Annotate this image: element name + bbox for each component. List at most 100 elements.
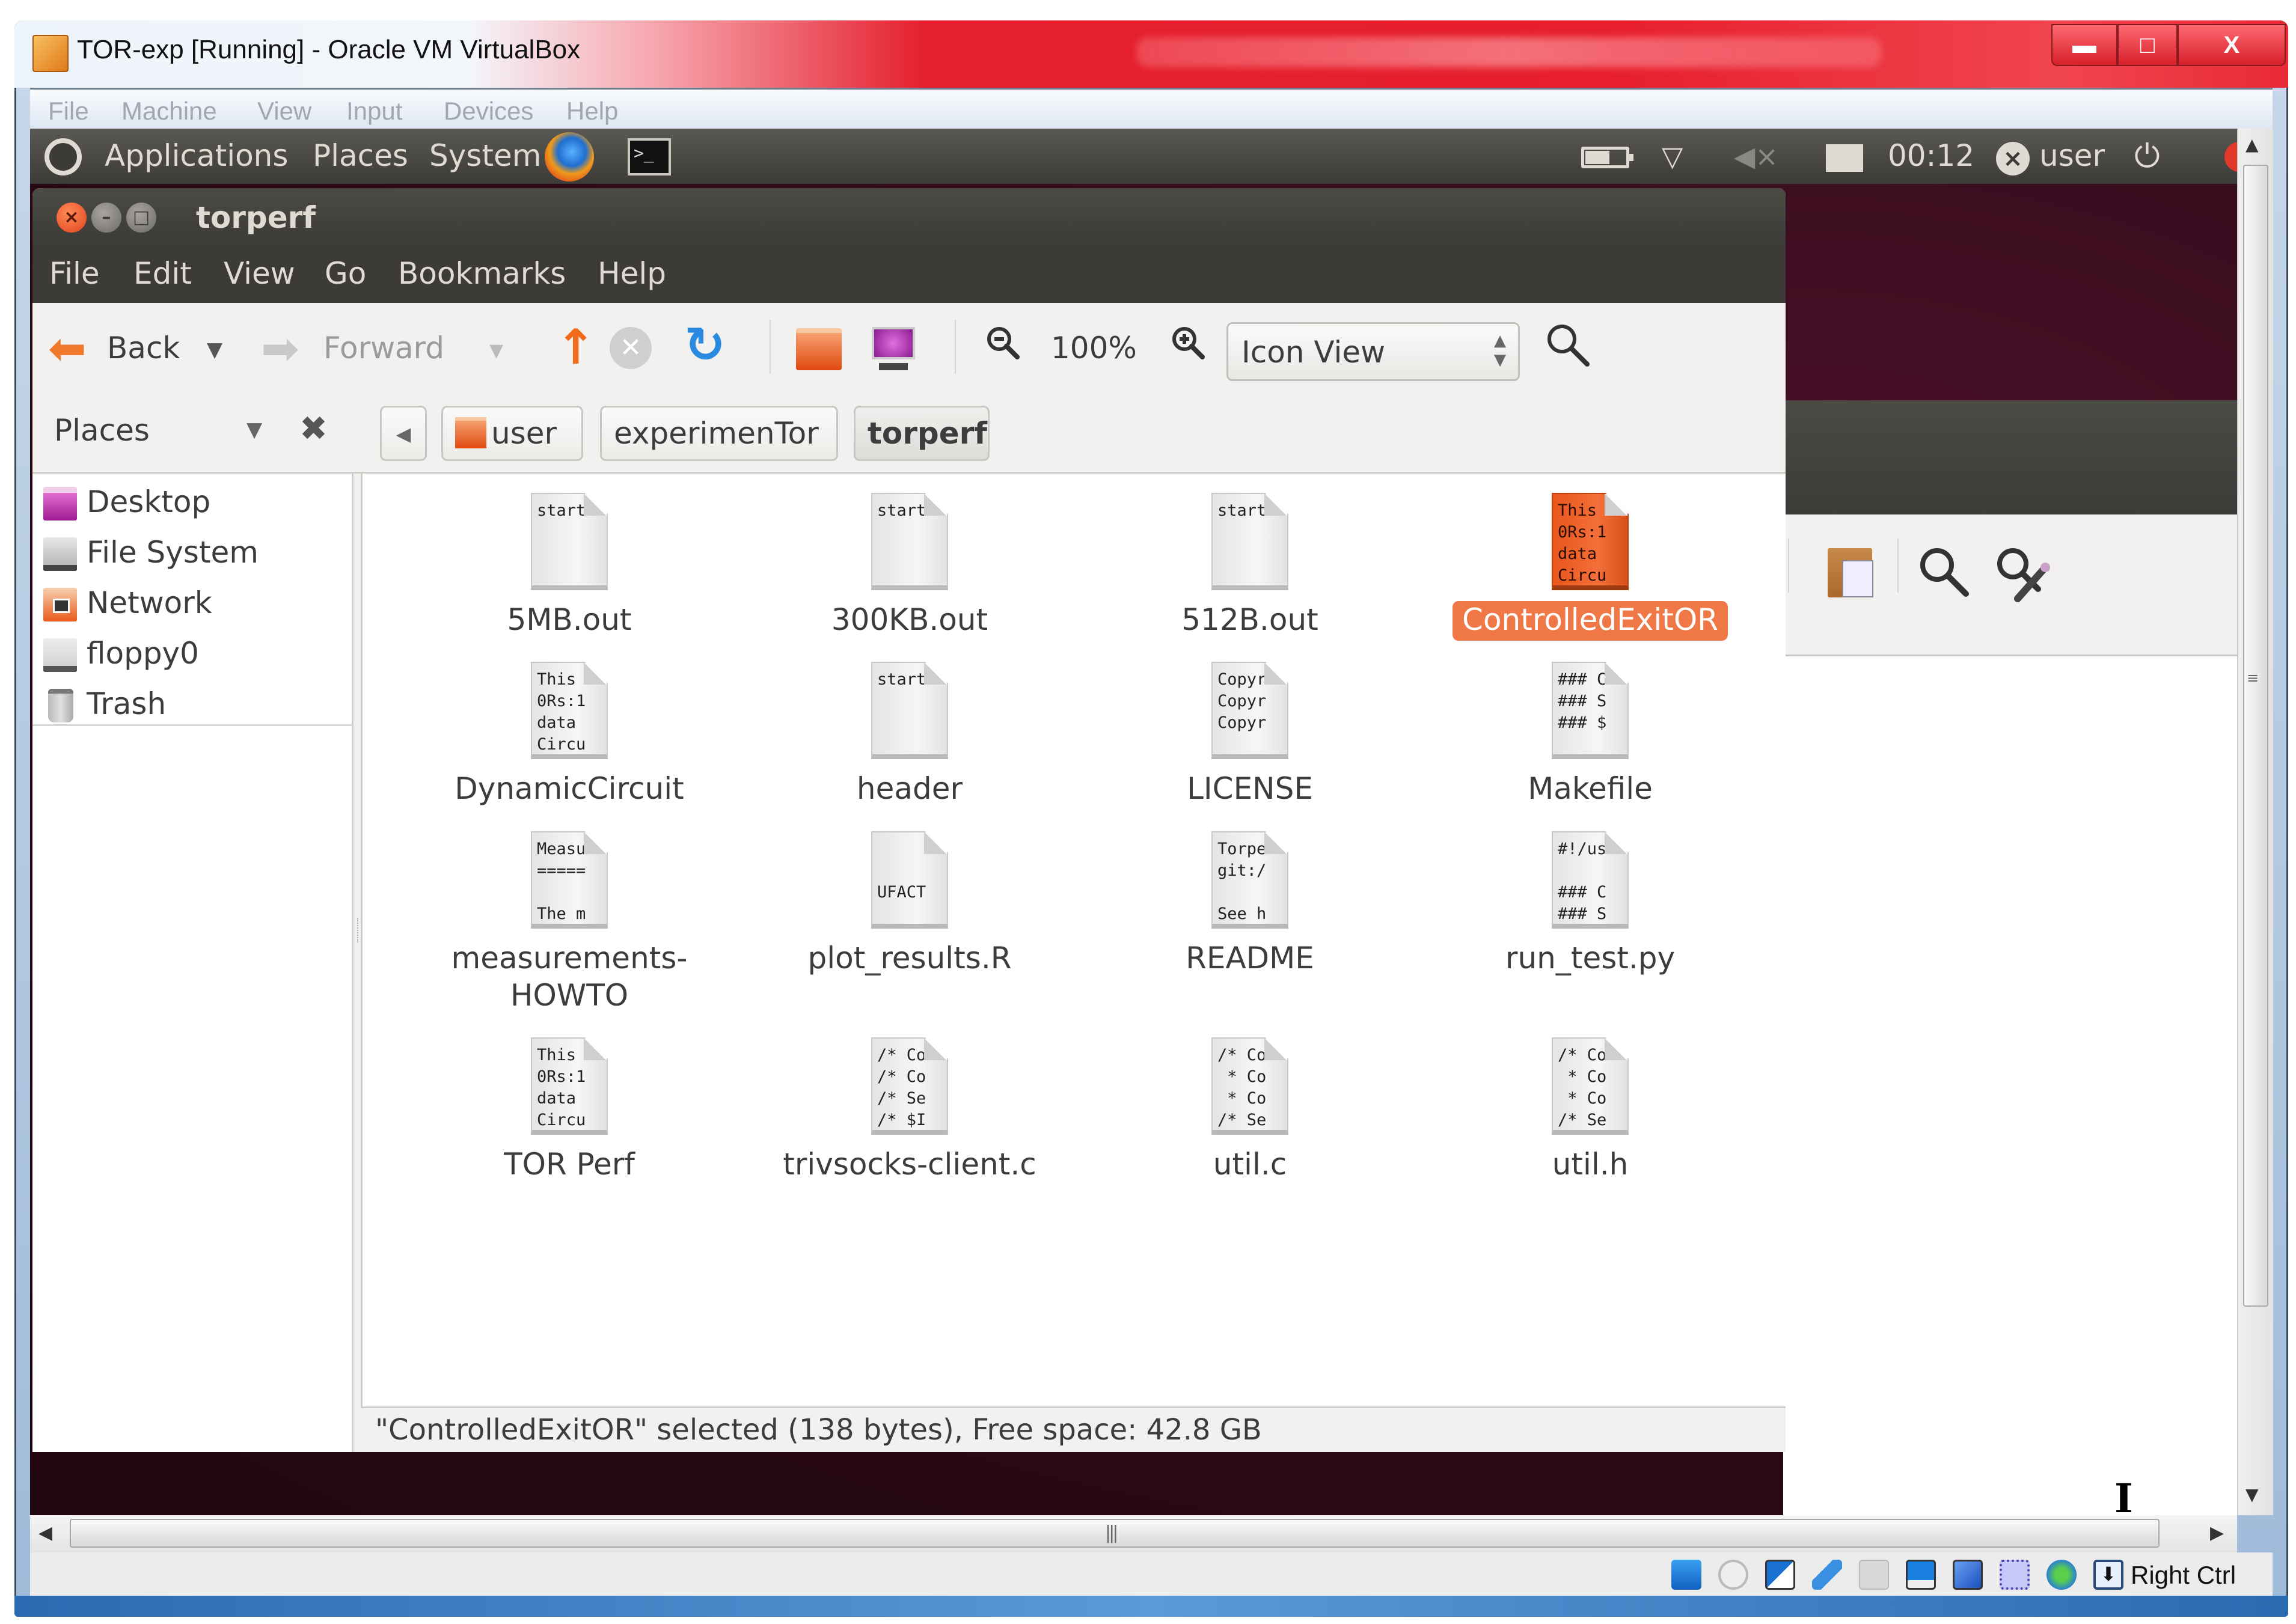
video-capture-status-icon[interactable]	[1953, 1560, 1983, 1590]
panel-menu-places[interactable]: Places	[313, 138, 408, 173]
search-icon[interactable]	[1544, 321, 1591, 368]
battery-icon[interactable]	[1581, 147, 1633, 168]
vbox-menu-input[interactable]: Input	[346, 97, 402, 126]
hard-disk-status-icon[interactable]	[1671, 1560, 1701, 1590]
vbox-menu-help[interactable]: Help	[566, 97, 618, 126]
file-item[interactable]: ### C ### S ### $ Makefile	[1415, 662, 1727, 824]
file-item[interactable]: /* Co * Co * Co /* Se util.h	[1415, 1037, 1727, 1200]
back-history-dropdown-icon[interactable]: ▼	[207, 338, 222, 362]
file-item[interactable]: This 0Rs:1 data Circu DynamicCircuit	[394, 662, 706, 824]
power-icon[interactable]: ⏻	[2134, 140, 2160, 172]
menu-edit[interactable]: Edit	[133, 256, 192, 291]
file-item[interactable]: start header	[734, 662, 1047, 824]
network-wireless-icon[interactable]: ▽	[1662, 141, 1683, 172]
up-parent-icon[interactable]: ↑	[556, 323, 596, 371]
file-item[interactable]: This 0Rs:1 data Circu ControlledExitOR	[1415, 493, 1728, 655]
file-item[interactable]: start 512B.out	[1074, 493, 1387, 655]
scroll-left-arrow-icon[interactable]: ◀	[38, 1522, 52, 1543]
file-item[interactable]: Copyr Copyr Copyr LICENSE	[1074, 662, 1387, 824]
optical-drive-status-icon[interactable]	[1718, 1560, 1748, 1590]
notification-indicator-icon[interactable]	[2224, 142, 2237, 172]
window-maximize-button[interactable]: □	[126, 203, 156, 233]
scroll-right-arrow-icon[interactable]: ▶	[2210, 1522, 2224, 1543]
cpu-virtualization-status-icon[interactable]	[2000, 1560, 2030, 1590]
computer-icon[interactable]	[872, 327, 915, 370]
file-item[interactable]: Measu ===== The m measurements- HOWTO	[394, 831, 706, 1013]
host-key-capture-icon[interactable]: ⬇	[2093, 1560, 2123, 1590]
firefox-launcher-icon[interactable]	[545, 132, 594, 182]
horizontal-scrollbar[interactable]: ◀ ||| ▶	[30, 1515, 2237, 1552]
file-item[interactable]: /* Co * Co * Co /* Se util.c	[1074, 1037, 1387, 1200]
volume-muted-icon[interactable]: ◀×	[1734, 141, 1778, 172]
scroll-up-arrow-icon[interactable]: ▲	[2245, 135, 2259, 154]
file-item[interactable]: UFACT plot_results.R	[734, 831, 1047, 994]
vbox-menu-file[interactable]: File	[48, 97, 89, 126]
sidebar-close-icon[interactable]: ✖	[299, 409, 328, 448]
shared-folders-status-icon[interactable]	[1859, 1560, 1889, 1590]
breadcrumb-experimentor[interactable]: experimenTor	[600, 406, 838, 461]
file-icon-view[interactable]: start 5MB.out start 300KB.out start 512B.out T…	[361, 474, 1786, 1406]
sidebar-item-file-system[interactable]: File System	[38, 530, 345, 581]
display-status-icon[interactable]	[1906, 1560, 1936, 1590]
mouse-integration-status-icon[interactable]	[2047, 1560, 2077, 1590]
minimize-button[interactable]: ▬	[2051, 24, 2117, 66]
mail-icon[interactable]	[1826, 144, 1863, 172]
panel-clock[interactable]: 00:12	[1888, 138, 1974, 173]
usb-status-icon[interactable]	[1812, 1560, 1842, 1590]
user-status-icon[interactable]: ×	[1996, 142, 2030, 176]
back-arrow-icon[interactable]: ⬅	[48, 326, 87, 371]
find-icon[interactable]	[1917, 545, 1971, 599]
guest-display[interactable]: Applications Places System >_ ▽ ◀× 00:12…	[30, 129, 2237, 1515]
find-replace-icon[interactable]	[1994, 545, 2054, 605]
paste-icon[interactable]	[1828, 548, 1873, 597]
back-button[interactable]: Back	[107, 331, 180, 365]
vbox-menu-devices[interactable]: Devices	[444, 97, 533, 126]
view-mode-select[interactable]: Icon View ▲ ▼	[1226, 322, 1520, 381]
vertical-scrollbar[interactable]: ▲ ≡ ▼	[2237, 129, 2273, 1515]
ubuntu-logo-icon[interactable]	[44, 138, 82, 176]
background-window-titlebar[interactable]	[1783, 400, 2237, 514]
background-window-content[interactable]	[1783, 656, 2237, 1515]
sidebar-item-network[interactable]: Network	[38, 581, 345, 631]
menu-file[interactable]: File	[49, 256, 100, 291]
close-button[interactable]: X	[2178, 24, 2286, 66]
places-list: Desktop File System Network floppy0 Tras…	[32, 474, 354, 726]
vbox-menu-machine[interactable]: Machine	[121, 97, 217, 126]
file-manager-titlebar[interactable]: × – □ torperf	[32, 188, 1786, 244]
breadcrumb-user[interactable]: user	[441, 406, 583, 461]
menu-go[interactable]: Go	[325, 256, 366, 291]
file-item[interactable]: start 300KB.out	[734, 493, 1047, 655]
window-minimize-button[interactable]: –	[91, 203, 121, 233]
menu-help[interactable]: Help	[598, 256, 666, 291]
network-status-icon[interactable]	[1765, 1560, 1795, 1590]
home-folder-icon[interactable]	[796, 328, 842, 370]
breadcrumb-torperf[interactable]: torperf	[854, 406, 990, 461]
vertical-scroll-thumb[interactable]	[2243, 165, 2268, 1307]
panel-menu-system[interactable]: System	[429, 138, 541, 173]
sidebar-item-desktop[interactable]: Desktop	[38, 480, 345, 530]
sidebar-item-trash[interactable]: Trash	[38, 682, 345, 732]
file-item[interactable]: This 0Rs:1 data Circu TOR Perf	[394, 1037, 706, 1200]
menu-bookmarks[interactable]: Bookmarks	[398, 256, 566, 291]
terminal-launcher-icon[interactable]: >_	[628, 138, 671, 176]
file-item[interactable]: start 5MB.out	[394, 493, 706, 655]
horizontal-scroll-thumb[interactable]: |||	[70, 1519, 2160, 1548]
file-item[interactable]: /* Co /* Co /* Se /* $I trivsocks-client.…	[734, 1037, 1047, 1200]
file-item[interactable]: #!/us ### C ### S run_test.py	[1415, 831, 1727, 994]
panel-menu-applications[interactable]: Applications	[105, 138, 288, 173]
breadcrumb-scroll-left-button[interactable]: ◀	[380, 406, 427, 461]
maximize-button[interactable]: □	[2117, 24, 2178, 66]
zoom-in-icon[interactable]	[1170, 325, 1206, 361]
scroll-down-arrow-icon[interactable]: ▼	[2245, 1485, 2259, 1504]
vbox-menu-view[interactable]: View	[257, 97, 311, 126]
file-item[interactable]: Torpe git:/ See h README	[1074, 831, 1387, 994]
window-close-button[interactable]: ×	[57, 203, 87, 233]
reload-icon[interactable]: ↻	[684, 321, 726, 370]
menu-view[interactable]: View	[224, 256, 295, 291]
sidebar-item-floppy0[interactable]: floppy0	[38, 631, 345, 682]
sidebar-mode-dropdown-icon[interactable]: ▼	[246, 418, 262, 442]
sidebar-header-places[interactable]: Places	[54, 413, 150, 448]
background-window[interactable]	[1783, 400, 2237, 1515]
panel-username[interactable]: user	[2039, 138, 2105, 173]
zoom-out-icon[interactable]	[985, 325, 1021, 361]
